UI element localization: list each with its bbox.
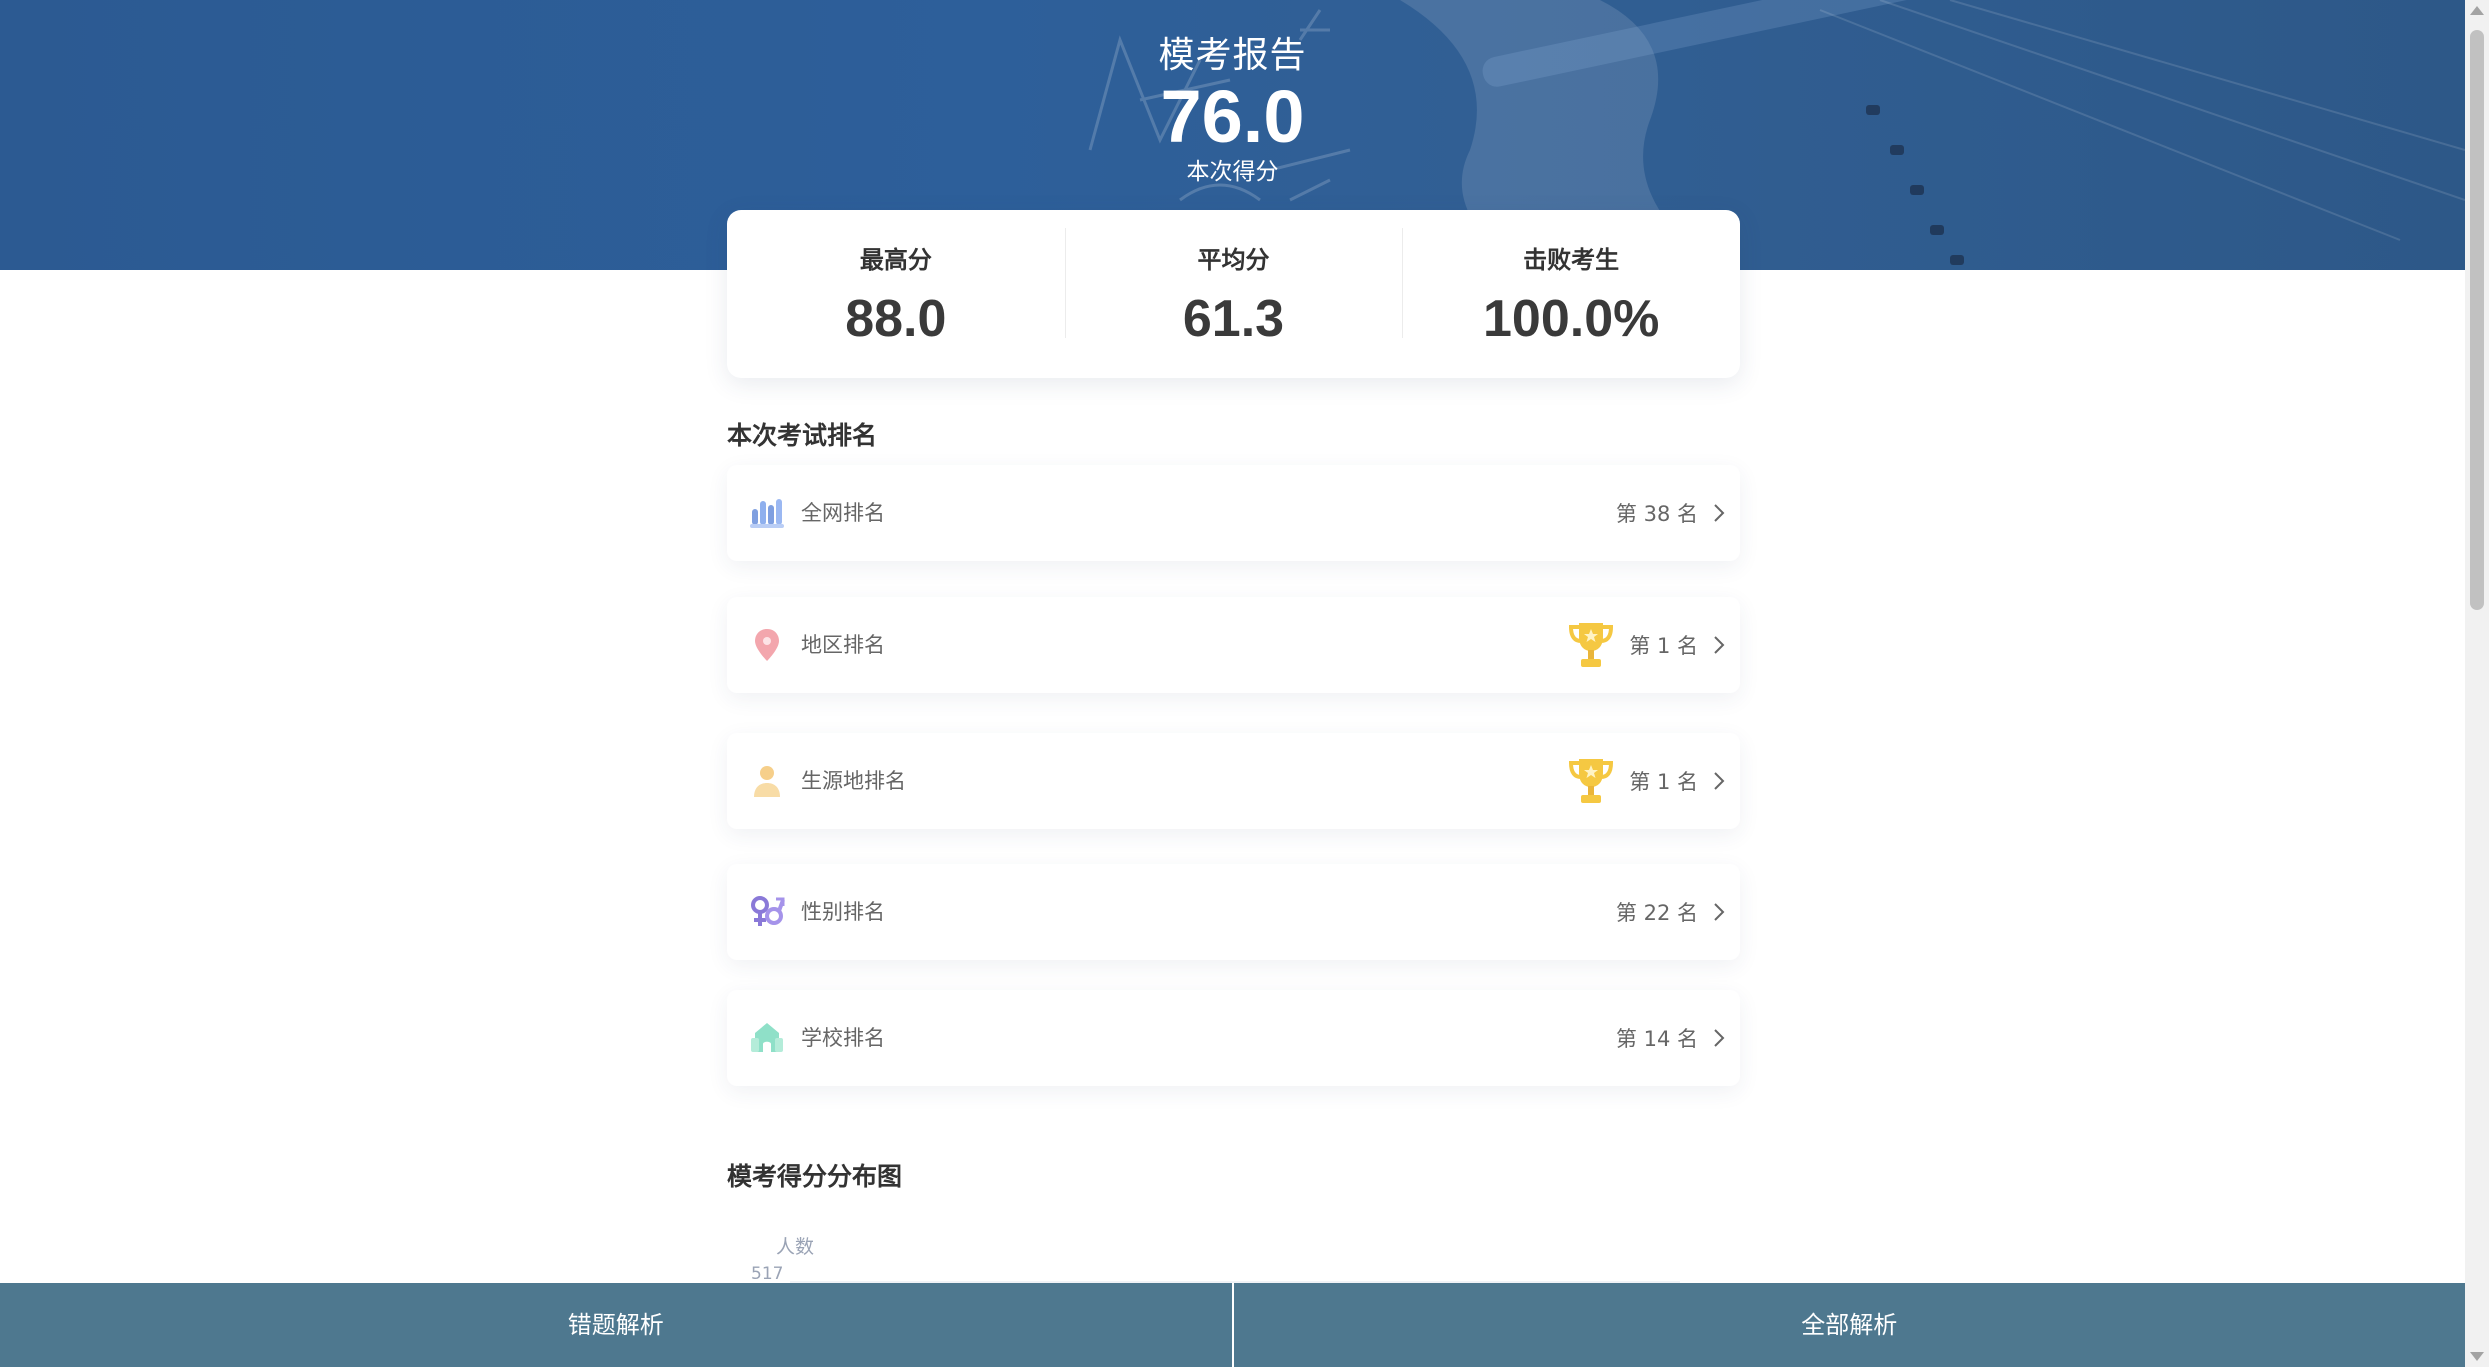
chart-y-axis-label: 人数: [776, 1236, 815, 1258]
stat-beaten: 击败考生 100.0%: [1402, 227, 1740, 349]
chevron-right-icon: [1714, 504, 1725, 522]
scroll-down-arrow-icon[interactable]: [2470, 1352, 2484, 1361]
rank-label: 生源地排名: [801, 769, 906, 793]
rank-value: 第 14 名: [1615, 1027, 1698, 1051]
wrong-answers-analysis-button[interactable]: 错题解析: [0, 1283, 1232, 1367]
stat-value: 100.0%: [1482, 289, 1660, 348]
rank-label: 学校排名: [801, 1026, 885, 1050]
gender-icon: [751, 896, 785, 926]
rank-right-group: 第 22 名: [1616, 864, 1726, 960]
map-pin-icon: [755, 629, 779, 661]
chevron-right-icon: [1714, 903, 1725, 921]
school-icon: [751, 1023, 783, 1052]
rank-row-gender[interactable]: 性别排名 第 22 名: [727, 864, 1740, 960]
ranking-section-title: 本次考试排名: [727, 421, 878, 450]
rank-label: 性别排名: [801, 900, 885, 924]
page: 模考报告 76.0 本次得分 最高分 88.0 平均分 61.3 击败考生 10…: [0, 0, 2489, 1367]
rank-value: 第 1 名: [1629, 634, 1698, 658]
chevron-right-icon: [1714, 772, 1725, 790]
rank-right-group: 第 38 名: [1616, 465, 1726, 561]
rank-row-national[interactable]: 全网排名 第 38 名: [727, 465, 1740, 561]
current-score: 76.0: [1160, 75, 1305, 158]
all-analysis-button[interactable]: 全部解析: [1231, 1283, 2466, 1367]
stat-label: 最高分: [859, 245, 932, 274]
rank-row-region[interactable]: 地区排名 第 1 名: [727, 597, 1740, 693]
rank-row-origin[interactable]: 生源地排名 第 1 名: [727, 733, 1740, 829]
trophy-icon: [1569, 623, 1614, 667]
rank-right-group: 第 14 名: [1616, 990, 1726, 1086]
trophy-icon: [1569, 759, 1614, 803]
vertical-scrollbar[interactable]: [2465, 0, 2489, 1367]
bar-chart-icon: [750, 499, 784, 528]
stat-label: 击败考生: [1523, 245, 1620, 274]
chevron-right-icon: [1714, 636, 1725, 654]
current-score-caption: 本次得分: [1186, 159, 1279, 185]
stat-highest: 最高分 88.0: [727, 240, 1065, 349]
stat-value: 88.0: [845, 289, 947, 348]
rank-value: 第 22 名: [1615, 901, 1698, 925]
rank-row-school[interactable]: 学校排名 第 14 名: [727, 990, 1740, 1086]
rank-right-group: 第 1 名: [1567, 733, 1726, 829]
bottom-action-bar: 错题解析 全部解析: [0, 1283, 2465, 1367]
chevron-right-icon: [1714, 1029, 1725, 1047]
score-summary-card: 最高分 88.0 平均分 61.3 击败考生 100.0%: [727, 210, 1740, 378]
rank-value: 第 1 名: [1629, 770, 1698, 794]
stat-average: 平均分 61.3: [1064, 227, 1403, 349]
person-icon: [754, 766, 780, 797]
rank-right-group: 第 1 名: [1567, 597, 1726, 693]
scrollbar-thumb[interactable]: [2470, 30, 2484, 610]
rank-label: 地区排名: [801, 633, 885, 657]
chart-y-tick: 517: [751, 1264, 784, 1284]
stat-label: 平均分: [1197, 245, 1270, 274]
stat-value: 61.3: [1182, 289, 1285, 348]
distribution-section-title: 模考得分分布图: [727, 1162, 903, 1191]
scroll-up-arrow-icon[interactable]: [2470, 6, 2484, 15]
rank-label: 全网排名: [801, 501, 885, 525]
rank-value: 第 38 名: [1615, 502, 1698, 526]
report-title: 模考报告: [1158, 35, 1307, 76]
